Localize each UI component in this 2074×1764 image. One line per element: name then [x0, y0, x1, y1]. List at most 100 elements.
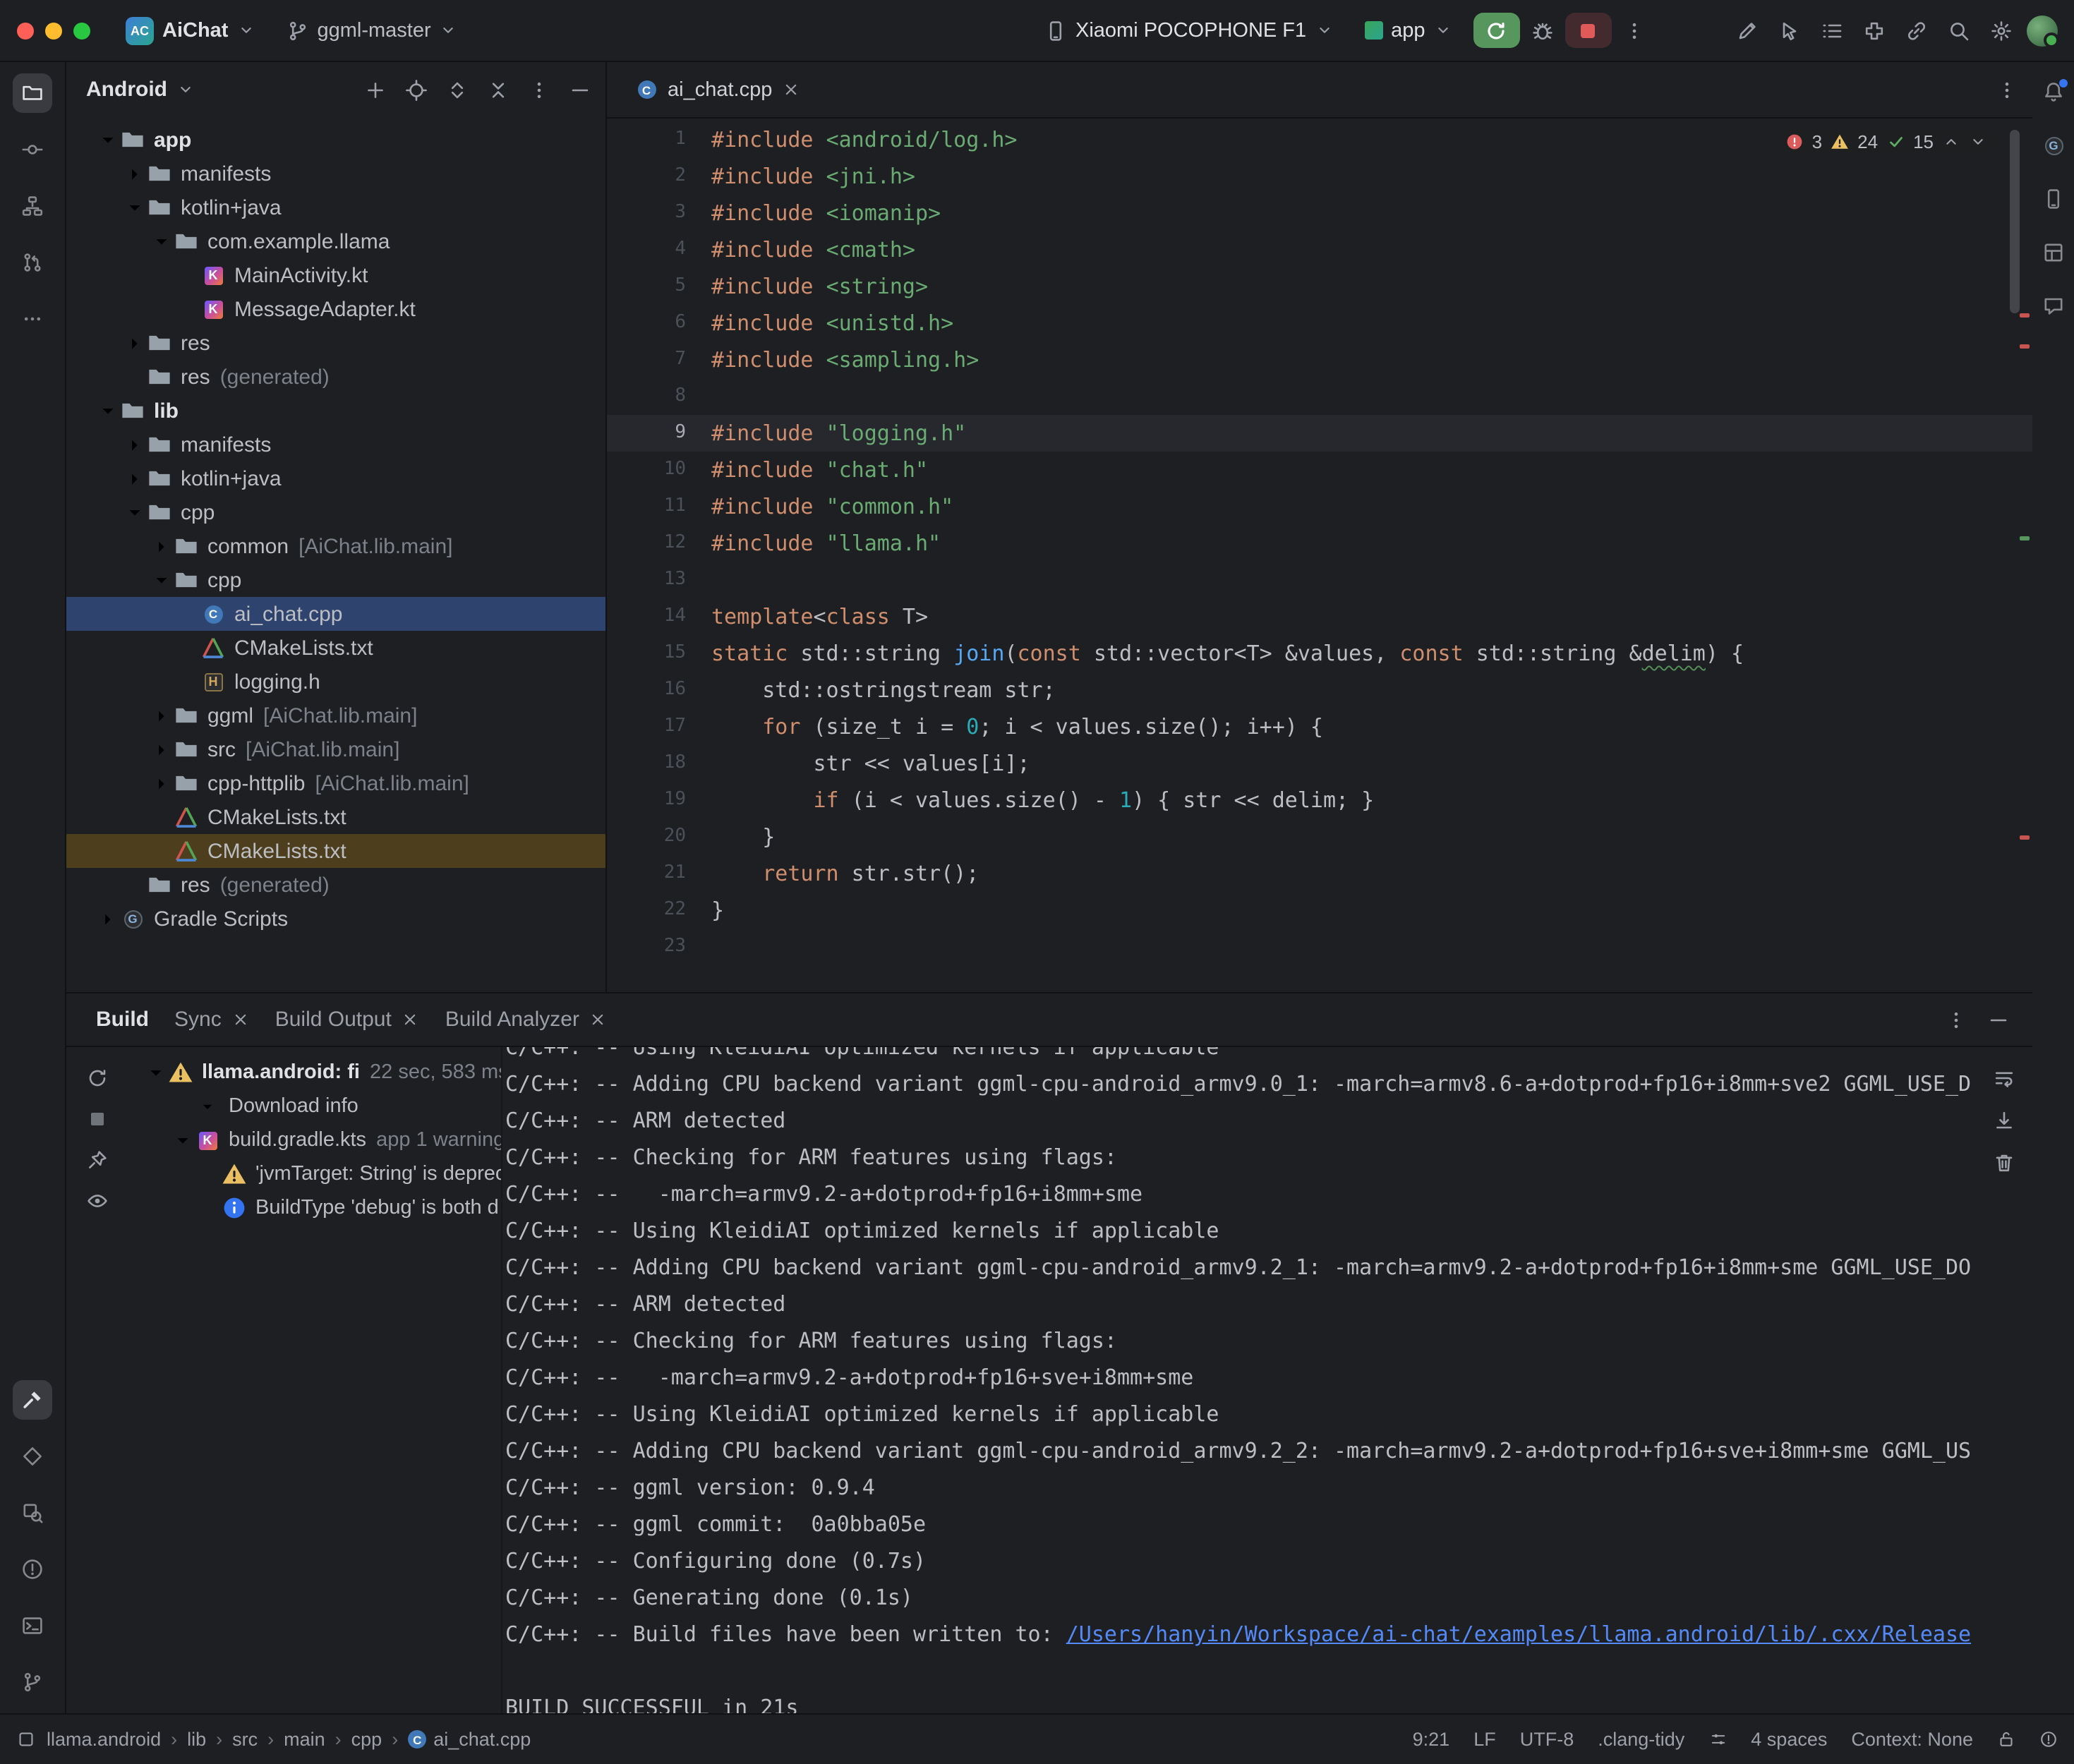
plugin-tool-icon[interactable]: [1863, 19, 1886, 42]
tree-item-com-example-llama[interactable]: com.example.llama: [66, 224, 605, 258]
editor-scrollbar[interactable]: [2010, 130, 2020, 313]
code-line-14[interactable]: 14template<class T>: [607, 598, 2032, 635]
problems-view-button[interactable]: [13, 1549, 52, 1589]
soft-wrap-icon[interactable]: [1993, 1067, 2015, 1089]
code-line-5[interactable]: 5#include <string>: [607, 268, 2032, 305]
tree-item-res[interactable]: res(generated): [66, 868, 605, 902]
analysis-stripe-mark[interactable]: [2020, 344, 2030, 349]
code-line-2[interactable]: 2#include <jni.h>: [607, 158, 2032, 195]
chevron-down-icon[interactable]: [150, 229, 174, 253]
structure-view-button[interactable]: [13, 186, 52, 226]
tree-item-kotlin-java[interactable]: kotlin+java: [66, 461, 605, 495]
tree-item-gradle-scripts[interactable]: GGradle Scripts: [66, 902, 605, 936]
build-console[interactable]: C/C++: -- Using KleidiAI optimized kerne…: [501, 1047, 2032, 1713]
stop-button[interactable]: [1565, 13, 1612, 48]
code-edit-tool-icon[interactable]: [1736, 19, 1759, 42]
code-line-23[interactable]: 23: [607, 929, 2032, 965]
code-line-17[interactable]: 17 for (size_t i = 0; i < values.size();…: [607, 708, 2032, 745]
rerun-app-button[interactable]: [1473, 13, 1520, 48]
chevron-right-icon[interactable]: [123, 162, 147, 186]
chevron-down-icon[interactable]: [96, 399, 120, 423]
expand-all-icon[interactable]: [446, 78, 469, 101]
code-line-15[interactable]: 15static std::string join(const std::vec…: [607, 635, 2032, 672]
build-view-button[interactable]: [13, 1380, 52, 1420]
tree-item-mainactivity-kt[interactable]: KMainActivity.kt: [66, 258, 605, 292]
more-run-options-icon[interactable]: [1623, 19, 1646, 42]
breadcrumb-item-lib[interactable]: lib: [187, 1729, 206, 1750]
chevron-right-icon[interactable]: [150, 534, 174, 558]
chevron-down-icon[interactable]: [176, 80, 194, 99]
collapse-all-icon[interactable]: [487, 78, 510, 101]
vcs-branch-selector[interactable]: ggml-master: [276, 13, 467, 47]
analysis-stripe-mark[interactable]: [2020, 313, 2030, 318]
pull-requests-view-button[interactable]: [13, 243, 52, 282]
code-line-8[interactable]: 8: [607, 378, 2032, 415]
tree-item-cpp[interactable]: cpp: [66, 563, 605, 597]
tree-item-cpp-httplib[interactable]: cpp-httplib[AiChat.lib.main]: [66, 766, 605, 800]
terminal-view-button[interactable]: [13, 1606, 52, 1645]
editor-options-icon[interactable]: [1996, 78, 2018, 101]
tree-item-manifests[interactable]: manifests: [66, 157, 605, 191]
code-editor[interactable]: 1#include <android/log.h>2#include <jni.…: [607, 119, 2032, 989]
build-options-icon[interactable]: [1945, 1008, 1967, 1031]
hide-build-panel-icon[interactable]: [1987, 1008, 2010, 1031]
code-line-3[interactable]: 3#include <iomanip>: [607, 195, 2032, 231]
tree-item-kotlin-java[interactable]: kotlin+java: [66, 191, 605, 224]
debug-button[interactable]: [1531, 19, 1554, 42]
panel-options-icon[interactable]: [528, 78, 550, 101]
tree-item-llama-android-fi[interactable]: llama.android: fi22 sec, 583 ms: [127, 1056, 501, 1089]
chevron-right-icon[interactable]: [123, 466, 147, 490]
build-tab-build[interactable]: Build: [83, 993, 162, 1046]
tree-item-jvmtarget-string-is-deprec[interactable]: 'jvmTarget: String' is deprec: [127, 1157, 501, 1191]
pointer-tool-icon[interactable]: [1778, 19, 1801, 42]
analysis-stripe-mark[interactable]: [2020, 536, 2030, 540]
close-tab-icon[interactable]: [231, 1010, 250, 1029]
search-everywhere-icon[interactable]: [1948, 19, 1970, 42]
more-tool-windows-button[interactable]: [13, 299, 52, 339]
analysis-stripe-mark[interactable]: [2020, 835, 2030, 840]
close-window-button[interactable]: [17, 22, 34, 39]
share-link-tool-icon[interactable]: [1905, 19, 1928, 42]
console-file-link[interactable]: /Users/hanyin/Workspace/ai-chat/examples…: [1066, 1621, 1971, 1647]
next-problem-icon[interactable]: [1969, 133, 1987, 151]
previous-problem-icon[interactable]: [1942, 133, 1960, 151]
code-line-13[interactable]: 13: [607, 562, 2032, 598]
settings-icon[interactable]: [1990, 19, 2013, 42]
chevron-down-icon[interactable]: [171, 1128, 195, 1152]
tree-item-app[interactable]: app: [66, 123, 605, 157]
select-opened-file-icon[interactable]: [405, 78, 428, 101]
code-line-21[interactable]: 21 return str.str();: [607, 855, 2032, 892]
tree-item-cpp[interactable]: cpp: [66, 495, 605, 529]
code-line-4[interactable]: 4#include <cmath>: [607, 231, 2032, 268]
close-tab-icon[interactable]: [782, 80, 800, 99]
layout-inspector-button[interactable]: [2035, 234, 2072, 271]
rerun-build-icon[interactable]: [85, 1067, 108, 1089]
project-view-selector[interactable]: Android: [86, 78, 167, 102]
chevron-right-icon[interactable]: [150, 771, 174, 795]
tree-item-cmakelists-txt[interactable]: CMakeLists.txt: [66, 631, 605, 665]
build-tab-build-output[interactable]: Build Output: [263, 993, 433, 1046]
version-control-view-button[interactable]: [13, 1662, 52, 1702]
chevron-right-icon[interactable]: [96, 907, 120, 931]
chevron-right-icon[interactable]: [150, 737, 174, 761]
gradle-panel-button[interactable]: G: [2035, 127, 2072, 164]
clang-tidy-status[interactable]: .clang-tidy: [1598, 1729, 1684, 1750]
commit-view-button[interactable]: [13, 130, 52, 169]
app-inspection-view-button[interactable]: [13, 1493, 52, 1533]
code-style-icon[interactable]: [1708, 1730, 1727, 1748]
notifications-button[interactable]: [2035, 73, 2072, 110]
chevron-right-icon[interactable]: [123, 433, 147, 457]
code-line-9[interactable]: 9#include "logging.h": [607, 415, 2032, 452]
app-quality-insights-button[interactable]: [2035, 288, 2072, 325]
stop-build-icon[interactable]: [85, 1108, 108, 1130]
file-encoding[interactable]: UTF-8: [1520, 1729, 1574, 1750]
breadcrumb-item-ai-chat-cpp[interactable]: Cai_chat.cpp: [408, 1729, 531, 1750]
code-line-11[interactable]: 11#include "common.h": [607, 488, 2032, 525]
editor-tab-ai-chat-cpp[interactable]: C ai_chat.cpp: [627, 61, 809, 118]
close-tab-icon[interactable]: [589, 1010, 608, 1029]
tree-item-res[interactable]: res(generated): [66, 360, 605, 394]
packages-view-button[interactable]: [13, 1437, 52, 1476]
code-line-7[interactable]: 7#include <sampling.h>: [607, 342, 2032, 378]
code-line-12[interactable]: 12#include "llama.h": [607, 525, 2032, 562]
code-line-10[interactable]: 10#include "chat.h": [607, 452, 2032, 488]
